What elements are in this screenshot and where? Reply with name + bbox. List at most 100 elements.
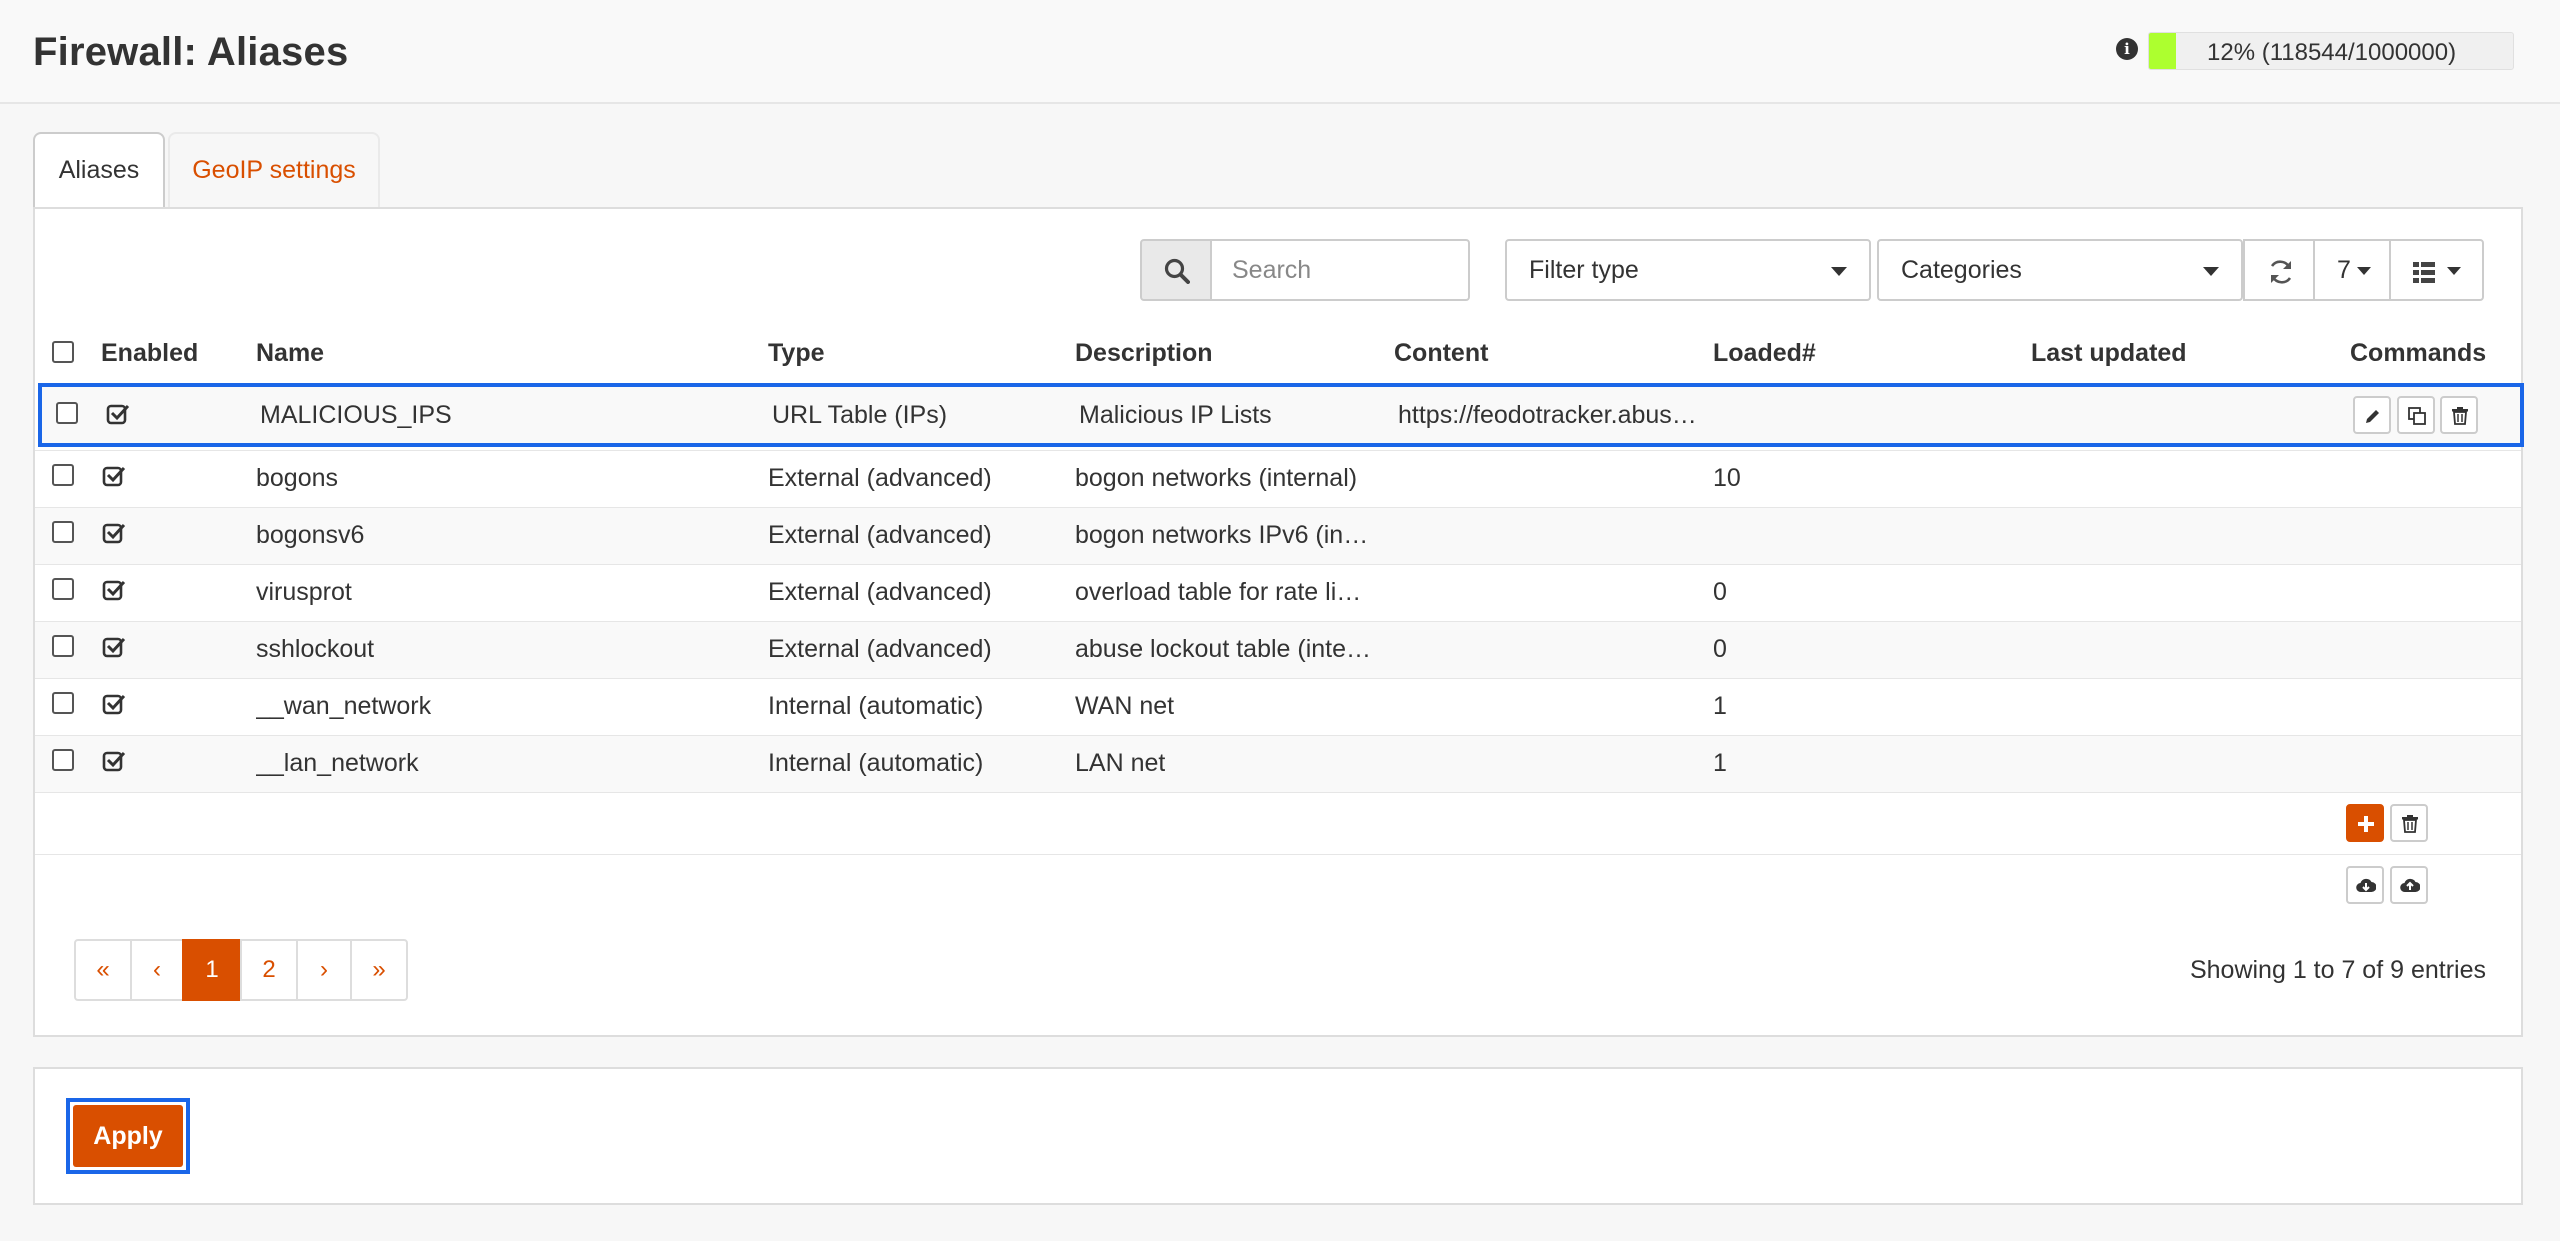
alias-type: Internal (automatic)	[768, 749, 984, 777]
table-header: Enabled Name Type Description Content Lo…	[35, 329, 2521, 379]
refresh-icon	[2270, 260, 2292, 284]
alias-name: __lan_network	[256, 749, 419, 777]
alias-description: bogon networks IPv6 (int…	[1075, 521, 1375, 549]
row-checkbox[interactable]	[52, 464, 74, 486]
alias-type: External (advanced)	[768, 578, 992, 606]
pagination-prev[interactable]: ‹	[130, 939, 184, 1001]
column-header-name[interactable]: Name	[256, 339, 324, 368]
pagination-first[interactable]: «	[74, 939, 132, 1001]
pagination-last[interactable]: »	[350, 939, 408, 1001]
row-checkbox[interactable]	[52, 692, 74, 714]
enabled-check-icon[interactable]	[102, 521, 126, 545]
refresh-button[interactable]	[2243, 239, 2315, 301]
table-row[interactable]: bogons External (advanced) bogon network…	[35, 450, 2521, 507]
alias-type: External (advanced)	[768, 635, 992, 663]
pagination-next[interactable]: ›	[296, 939, 352, 1001]
caret-down-icon	[2447, 267, 2461, 275]
alias-loaded: 0	[1713, 635, 1727, 663]
pagination-page-2[interactable]: 2	[240, 939, 298, 1001]
enabled-check-icon[interactable]	[106, 402, 130, 426]
delete-button[interactable]	[2440, 396, 2478, 434]
alias-usage-indicator: i 12% (118544/1000000)	[2116, 30, 2514, 72]
column-header-content[interactable]: Content	[1394, 339, 1488, 368]
table-row[interactable]: bogonsv6 External (advanced) bogon netwo…	[35, 507, 2521, 564]
alias-description: bogon networks (internal)	[1075, 464, 1358, 492]
clone-button[interactable]	[2397, 396, 2435, 434]
columns-dropdown[interactable]	[2389, 239, 2484, 301]
alias-loaded: 10	[1713, 464, 1741, 492]
usage-progress-fill	[2149, 33, 2176, 69]
alias-type: External (advanced)	[768, 521, 992, 549]
apply-panel: Apply	[33, 1067, 2523, 1205]
pagination-page-1[interactable]: 1	[182, 939, 242, 1001]
table-row[interactable]: __lan_network Internal (automatic) LAN n…	[35, 735, 2521, 792]
aliases-panel: Filter type Categories 7 Enabled Name Ty…	[33, 207, 2524, 1037]
caret-down-icon	[2357, 267, 2371, 275]
upload-button[interactable]	[2390, 866, 2428, 904]
search-button[interactable]	[1140, 239, 1212, 301]
download-button[interactable]	[2346, 866, 2384, 904]
filter-type-value: Filter type	[1529, 256, 1639, 284]
alias-description: abuse lockout table (inter…	[1075, 635, 1375, 663]
row-checkbox[interactable]	[52, 635, 74, 657]
cloud-download-icon	[2356, 878, 2376, 893]
alias-description: overload table for rate lim…	[1075, 578, 1375, 606]
column-header-loaded[interactable]: Loaded#	[1713, 339, 1816, 368]
alias-description: WAN net	[1075, 692, 1175, 720]
info-icon[interactable]: i	[2116, 38, 2138, 60]
pagination-info: Showing 1 to 7 of 9 entries	[2189, 956, 2486, 984]
alias-type: External (advanced)	[768, 464, 992, 492]
table-row[interactable]: __wan_network Internal (automatic) WAN n…	[35, 678, 2521, 735]
categories-value: Categories	[1901, 256, 2022, 284]
pencil-icon	[2366, 410, 2379, 423]
column-header-enabled[interactable]: Enabled	[101, 339, 198, 368]
grid-actions-group: 7	[2243, 239, 2484, 301]
column-header-last-updated[interactable]: Last updated	[2031, 339, 2187, 368]
filter-type-select[interactable]: Filter type	[1505, 239, 1871, 301]
caret-down-icon	[2203, 267, 2219, 276]
page-header: Firewall: Aliases i 12% (118544/1000000)	[0, 0, 2560, 104]
column-header-description[interactable]: Description	[1075, 339, 1213, 368]
row-checkbox[interactable]	[56, 402, 78, 424]
alias-name: bogons	[256, 464, 339, 492]
usage-progress-text: 12% (118544/1000000)	[2207, 39, 2457, 66]
enabled-check-icon[interactable]	[102, 692, 126, 716]
plus-icon	[2358, 816, 2374, 832]
categories-select[interactable]: Categories	[1877, 239, 2243, 301]
alias-type: URL Table (IPs)	[772, 401, 948, 429]
row-checkbox[interactable]	[52, 749, 74, 771]
row-checkbox[interactable]	[52, 521, 74, 543]
usage-progress-bar: 12% (118544/1000000)	[2148, 32, 2514, 70]
alias-loaded: 0	[1713, 578, 1727, 606]
import-export-row	[35, 854, 2521, 916]
apply-focus-ring: Apply	[66, 1098, 190, 1174]
edit-button[interactable]	[2353, 396, 2391, 434]
search-group	[1140, 239, 1470, 301]
search-input[interactable]	[1210, 239, 1470, 301]
alias-type: Internal (automatic)	[768, 692, 984, 720]
column-header-type[interactable]: Type	[768, 339, 825, 368]
search-icon	[1164, 258, 1190, 284]
delete-selected-button[interactable]	[2390, 804, 2428, 842]
page-size-dropdown[interactable]: 7	[2313, 239, 2391, 301]
column-header-commands: Commands	[2350, 339, 2487, 367]
table-row[interactable]: sshlockout External (advanced) abuse loc…	[35, 621, 2521, 678]
enabled-check-icon[interactable]	[102, 749, 126, 773]
table-row[interactable]: MALICIOUS_IPS URL Table (IPs) Malicious …	[38, 383, 2524, 447]
alias-description: LAN net	[1075, 749, 1166, 777]
alias-name: bogonsv6	[256, 521, 365, 549]
alias-name: virusprot	[256, 578, 352, 606]
enabled-check-icon[interactable]	[102, 578, 126, 602]
select-all-checkbox[interactable]	[52, 341, 74, 363]
apply-button[interactable]: Apply	[73, 1105, 183, 1167]
tab-aliases[interactable]: Aliases	[33, 132, 165, 210]
enabled-check-icon[interactable]	[102, 464, 126, 488]
add-alias-button[interactable]	[2346, 804, 2384, 842]
enabled-check-icon[interactable]	[102, 635, 126, 659]
row-checkbox[interactable]	[52, 578, 74, 600]
alias-name: __wan_network	[256, 692, 432, 720]
alias-loaded: 1	[1713, 749, 1727, 777]
tab-geoip-settings[interactable]: GeoIP settings	[168, 132, 380, 208]
page-size-value: 7	[2337, 256, 2351, 284]
table-row[interactable]: virusprot External (advanced) overload t…	[35, 564, 2521, 621]
